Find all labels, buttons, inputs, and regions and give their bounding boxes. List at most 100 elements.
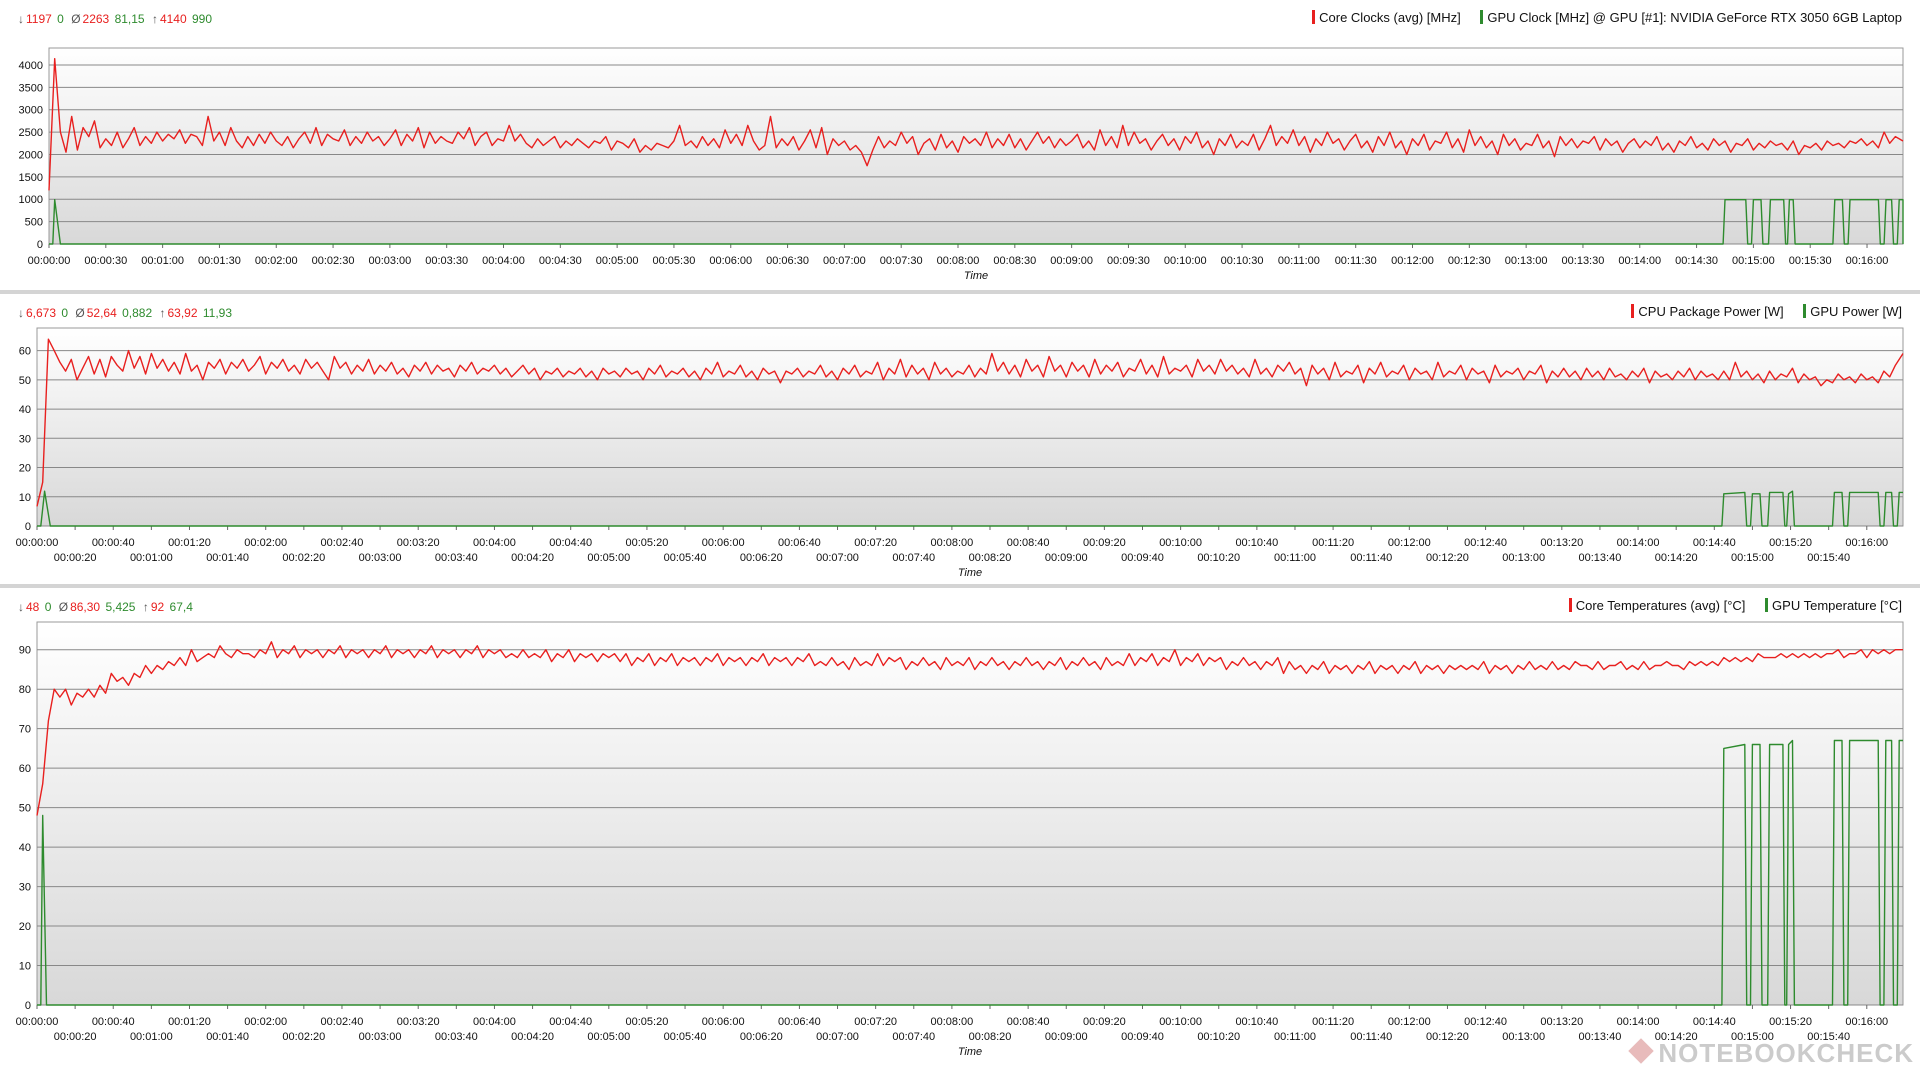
x-tick-label: 00:06:20 <box>740 552 783 564</box>
plot-area <box>36 621 1904 1006</box>
x-tick-label: 00:14:00 <box>1617 1016 1660 1028</box>
x-tick-label: 00:13:40 <box>1579 552 1622 564</box>
x-tick-label: 00:11:30 <box>1335 255 1377 267</box>
x-tick-label: 00:12:00 <box>1391 255 1434 267</box>
x-tick-label: 00:10:00 <box>1159 1016 1202 1028</box>
x-tick-label: 00:03:00 <box>359 1031 402 1043</box>
x-tick-label: 00:07:40 <box>892 552 935 564</box>
x-tick-label: 00:13:00 <box>1505 255 1548 267</box>
x-tick-label: 00:13:00 <box>1502 552 1545 564</box>
x-tick-label: 00:15:00 <box>1731 552 1774 564</box>
x-tick-label: 00:10:40 <box>1235 1016 1278 1028</box>
y-tick-label: 0 <box>25 521 31 533</box>
x-tick-label: 00:03:00 <box>359 552 402 564</box>
y-tick-label: 40 <box>19 842 31 854</box>
y-tick-label: 50 <box>19 375 31 387</box>
notebookcheck-watermark: NOTEBOOKCHECK <box>1628 1038 1914 1069</box>
y-tick-label: 2500 <box>19 127 43 139</box>
x-tick-label: 00:02:20 <box>282 1031 325 1043</box>
x-tick-label: 00:14:00 <box>1617 537 1660 549</box>
x-tick-label: 00:07:00 <box>816 552 859 564</box>
x-tick-label: 00:00:00 <box>16 1016 59 1028</box>
line-chart-clocks: 0 500 1000 1500 2000 2500 3000 3500 4000 00:00:00… <box>19 47 1904 282</box>
x-tick-label: 00:12:30 <box>1448 255 1491 267</box>
y-tick-label: 0 <box>37 239 43 251</box>
x-tick-label: 00:06:40 <box>778 537 821 549</box>
x-tick-label: 00:12:00 <box>1388 1016 1431 1028</box>
x-tick-label: 00:08:00 <box>930 1016 973 1028</box>
x-axis-title: Time <box>958 567 982 579</box>
plot-area <box>48 47 1904 245</box>
x-axis-title: Time <box>964 270 988 282</box>
x-tick-label: 00:09:40 <box>1121 552 1164 564</box>
x-tick-label: 00:06:00 <box>709 255 752 267</box>
x-tick-label: 00:04:20 <box>511 552 554 564</box>
x-tick-label: 00:10:40 <box>1235 537 1278 549</box>
x-tick-label: 00:00:00 <box>16 537 59 549</box>
x-tick-label: 00:11:00 <box>1274 1031 1316 1043</box>
notebookcheck-logo-icon <box>1628 1038 1655 1064</box>
x-tick-label: 00:04:00 <box>482 255 525 267</box>
x-tick-label: 00:10:20 <box>1197 552 1240 564</box>
x-tick-label: 00:02:40 <box>321 537 364 549</box>
x-tick-label: 00:04:00 <box>473 1016 516 1028</box>
x-tick-label: 00:00:30 <box>84 255 127 267</box>
x-tick-label: 00:01:00 <box>130 552 173 564</box>
line-chart-power: 0 10 20 30 40 50 60 00:00:00 00:00:40 00:01:20 00:… <box>16 327 1904 579</box>
x-tick-label: 00:12:20 <box>1426 552 1469 564</box>
x-tick-label: 00:08:30 <box>993 255 1036 267</box>
x-tick-label: 00:12:20 <box>1426 1031 1469 1043</box>
y-tick-label: 20 <box>19 921 31 933</box>
x-tick-label: 00:09:20 <box>1083 1016 1126 1028</box>
x-tick-label: 00:03:40 <box>435 552 478 564</box>
x-tick-label: 00:09:30 <box>1107 255 1150 267</box>
x-tick-label: 00:01:00 <box>130 1031 173 1043</box>
x-tick-label: 00:01:30 <box>198 255 241 267</box>
x-tick-label: 00:15:00 <box>1732 255 1775 267</box>
x-tick-label: 00:16:00 <box>1845 1016 1888 1028</box>
x-tick-label: 00:04:30 <box>539 255 582 267</box>
y-tick-label: 0 <box>25 1000 31 1012</box>
x-tick-label: 00:15:40 <box>1807 552 1850 564</box>
x-tick-label: 00:09:20 <box>1083 537 1126 549</box>
y-tick-label: 50 <box>19 803 31 815</box>
x-tick-label: 00:08:40 <box>1007 537 1050 549</box>
x-tick-label: 00:08:40 <box>1007 1016 1050 1028</box>
x-tick-label: 00:16:00 <box>1845 537 1888 549</box>
x-tick-label: 00:01:20 <box>168 1016 211 1028</box>
x-tick-label: 00:06:40 <box>778 1016 821 1028</box>
x-tick-label: 00:08:00 <box>930 537 973 549</box>
x-tick-label: 00:02:00 <box>244 537 287 549</box>
y-tick-label: 1500 <box>19 172 43 184</box>
y-tick-label: 90 <box>19 645 31 657</box>
x-tick-label: 00:05:00 <box>587 552 630 564</box>
x-tick-label: 00:12:40 <box>1464 537 1507 549</box>
x-tick-label: 00:08:20 <box>969 552 1012 564</box>
y-tick-label: 1000 <box>19 194 43 206</box>
x-tick-label: 00:15:30 <box>1789 255 1832 267</box>
x-tick-label: 00:09:40 <box>1121 1031 1164 1043</box>
y-tick-label: 500 <box>25 217 43 229</box>
x-tick-label: 00:10:00 <box>1164 255 1207 267</box>
x-tick-label: 00:16:00 <box>1846 255 1889 267</box>
y-tick-label: 80 <box>19 684 31 696</box>
x-tick-label: 00:11:00 <box>1274 552 1316 564</box>
chart-panel-clocks: ↓ 1197 0 Ø 2263 81,15 ↑ 4140 990 Core Clock… <box>0 0 1920 290</box>
x-tick-label: 00:01:40 <box>206 552 249 564</box>
x-tick-label: 00:14:00 <box>1618 255 1661 267</box>
x-tick-label: 00:12:00 <box>1388 537 1431 549</box>
x-tick-label: 00:11:40 <box>1350 552 1392 564</box>
line-chart-temperatures: 0 10 20 30 40 50 60 70 80 90 00:00:00 00:00:40 00:01… <box>16 621 1904 1058</box>
x-tick-label: 00:03:00 <box>368 255 411 267</box>
x-tick-label: 00:03:40 <box>435 1031 478 1043</box>
y-tick-label: 4000 <box>19 60 43 72</box>
y-tick-label: 60 <box>19 763 31 775</box>
x-tick-label: 00:10:00 <box>1159 537 1202 549</box>
x-tick-label: 00:05:20 <box>626 537 669 549</box>
x-tick-label: 00:15:20 <box>1769 1016 1812 1028</box>
x-tick-label: 00:14:30 <box>1675 255 1718 267</box>
x-tick-label: 00:03:20 <box>397 1016 440 1028</box>
x-tick-label: 00:00:40 <box>92 1016 135 1028</box>
y-tick-label: 20 <box>19 463 31 475</box>
x-tick-label: 00:00:00 <box>28 255 71 267</box>
